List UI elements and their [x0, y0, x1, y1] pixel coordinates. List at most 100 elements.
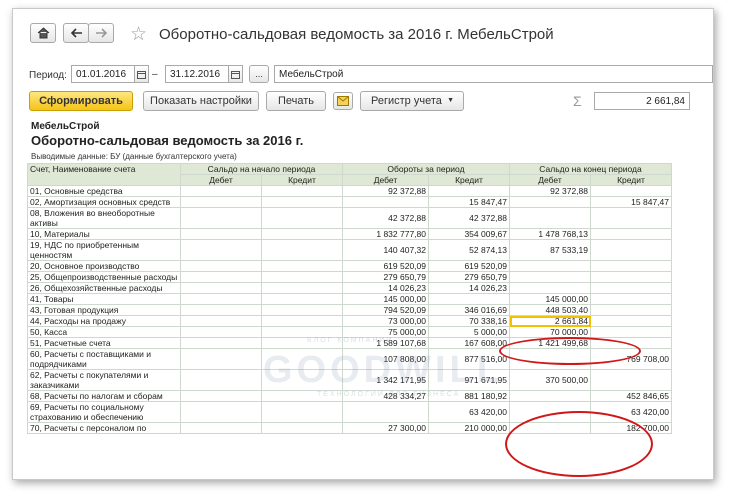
amount-cell[interactable]	[590, 293, 672, 305]
home-button[interactable]	[30, 23, 56, 43]
amount-cell[interactable]: 92 372,88	[342, 185, 429, 197]
amount-cell[interactable]: 14 026,23	[342, 282, 429, 294]
organization-input[interactable]: МебельСтрой	[274, 65, 713, 83]
account-name-cell[interactable]: 60, Расчеты с поставщиками и подрядчикам…	[27, 348, 181, 370]
star-icon[interactable]: ☆	[130, 23, 147, 46]
amount-cell[interactable]	[261, 422, 343, 434]
amount-cell[interactable]: 279 650,79	[428, 271, 510, 283]
amount-cell[interactable]	[509, 282, 591, 294]
amount-cell[interactable]	[590, 239, 672, 261]
amount-cell[interactable]: 279 650,79	[342, 271, 429, 283]
amount-cell[interactable]: 370 500,00	[509, 369, 591, 391]
account-name-cell[interactable]: 43, Готовая продукция	[27, 304, 181, 316]
account-name-cell[interactable]: 62, Расчеты с покупателями и заказчиками	[27, 369, 181, 391]
amount-cell[interactable]: 145 000,00	[509, 293, 591, 305]
account-name-cell[interactable]: 50, Касса	[27, 326, 181, 338]
amount-cell[interactable]	[180, 348, 262, 370]
amount-cell[interactable]	[180, 228, 262, 240]
amount-cell[interactable]	[180, 185, 262, 197]
amount-cell[interactable]	[342, 401, 429, 423]
amount-cell[interactable]	[261, 326, 343, 338]
amount-cell[interactable]: 210 000,00	[428, 422, 510, 434]
table-row[interactable]: 01, Основные средства 92 372,88 92 372,88	[27, 185, 672, 197]
account-name-cell[interactable]: 44, Расходы на продажу	[27, 315, 181, 327]
table-row[interactable]: 43, Готовая продукция 794 520,09 346 016,6…	[27, 304, 672, 316]
amount-cell[interactable]: 1 478 768,13	[509, 228, 591, 240]
account-name-cell[interactable]: 26, Общехозяйственные расходы	[27, 282, 181, 294]
table-row[interactable]: 10, Материалы 1 832 777,80 354 009,67 1 478…	[27, 228, 672, 240]
account-name-cell[interactable]: 10, Материалы	[27, 228, 181, 240]
table-row[interactable]: 19, НДС по приобретенным ценностям 140 40…	[27, 239, 672, 261]
show-settings-button[interactable]: Показать настройки	[143, 91, 259, 111]
amount-cell[interactable]: 145 000,00	[342, 293, 429, 305]
amount-cell[interactable]: 619 520,09	[428, 260, 510, 272]
amount-cell[interactable]	[509, 207, 591, 229]
amount-cell[interactable]	[261, 185, 343, 197]
amount-cell[interactable]: 2 661,84	[509, 315, 591, 327]
amount-cell[interactable]	[180, 315, 262, 327]
amount-cell[interactable]: 448 503,40	[509, 304, 591, 316]
print-button[interactable]: Печать	[266, 91, 326, 111]
sum-field[interactable]: 2 661,84	[594, 92, 690, 110]
amount-cell[interactable]	[180, 422, 262, 434]
calendar-to-button[interactable]	[228, 65, 243, 83]
amount-cell[interactable]	[261, 293, 343, 305]
amount-cell[interactable]	[180, 271, 262, 283]
amount-cell[interactable]: 42 372,88	[428, 207, 510, 229]
amount-cell[interactable]: 1 832 777,80	[342, 228, 429, 240]
amount-cell[interactable]	[180, 326, 262, 338]
amount-cell[interactable]	[261, 239, 343, 261]
amount-cell[interactable]	[342, 196, 429, 208]
amount-cell[interactable]	[180, 207, 262, 229]
amount-cell[interactable]: 452 846,65	[590, 390, 672, 402]
table-row[interactable]: 41, Товары 145 000,00 145 000,00	[27, 293, 672, 305]
amount-cell[interactable]	[261, 315, 343, 327]
amount-cell[interactable]	[590, 304, 672, 316]
amount-cell[interactable]	[590, 315, 672, 327]
amount-cell[interactable]	[261, 282, 343, 294]
period-select-button[interactable]: ...	[249, 65, 269, 83]
amount-cell[interactable]: 619 520,09	[342, 260, 429, 272]
amount-cell[interactable]	[509, 196, 591, 208]
amount-cell[interactable]	[261, 271, 343, 283]
amount-cell[interactable]: 75 000,00	[342, 326, 429, 338]
amount-cell[interactable]	[590, 369, 672, 391]
account-name-cell[interactable]: 68, Расчеты по налогам и сборам	[27, 390, 181, 402]
table-row[interactable]: 25, Общепроизводственные расходы 279 650,…	[27, 271, 672, 283]
amount-cell[interactable]	[180, 293, 262, 305]
account-name-cell[interactable]: 01, Основные средства	[27, 185, 181, 197]
table-row[interactable]: 08, Вложения во внеоборотные активы 42 37…	[27, 207, 672, 229]
account-name-cell[interactable]: 08, Вложения во внеоборотные активы	[27, 207, 181, 229]
amount-cell[interactable]: 354 009,67	[428, 228, 510, 240]
table-row[interactable]: 50, Касса 75 000,00 5 000,00 70 000,00	[27, 326, 672, 338]
amount-cell[interactable]	[180, 239, 262, 261]
register-dropdown[interactable]: Регистр учета ▼	[360, 91, 464, 111]
amount-cell[interactable]	[180, 369, 262, 391]
account-name-cell[interactable]: 69, Расчеты по социальному страхованию и…	[27, 401, 181, 423]
amount-cell[interactable]: 15 847,47	[590, 196, 672, 208]
amount-cell[interactable]	[428, 293, 510, 305]
amount-cell[interactable]	[428, 185, 510, 197]
amount-cell[interactable]: 15 847,47	[428, 196, 510, 208]
account-name-cell[interactable]: 02, Амортизация основных средств	[27, 196, 181, 208]
amount-cell[interactable]	[261, 228, 343, 240]
table-row[interactable]: 44, Расходы на продажу 73 000,00 70 338,16…	[27, 315, 672, 327]
amount-cell[interactable]: 87 533,19	[509, 239, 591, 261]
table-row[interactable]: 20, Основное производство 619 520,09 619 5…	[27, 260, 672, 272]
table-row[interactable]: 02, Амортизация основных средств 15 847,4…	[27, 196, 672, 208]
amount-cell[interactable]	[590, 282, 672, 294]
amount-cell[interactable]	[509, 271, 591, 283]
forward-button[interactable]	[88, 23, 114, 43]
amount-cell[interactable]	[590, 260, 672, 272]
amount-cell[interactable]: 70 000,00	[509, 326, 591, 338]
amount-cell[interactable]: 140 407,32	[342, 239, 429, 261]
account-name-cell[interactable]: 19, НДС по приобретенным ценностям	[27, 239, 181, 261]
amount-cell[interactable]: 70 338,16	[428, 315, 510, 327]
amount-cell[interactable]	[590, 326, 672, 338]
calendar-from-button[interactable]	[134, 65, 149, 83]
amount-cell[interactable]	[590, 185, 672, 197]
amount-cell[interactable]	[590, 207, 672, 229]
amount-cell[interactable]	[180, 337, 262, 349]
amount-cell[interactable]: 346 016,69	[428, 304, 510, 316]
amount-cell[interactable]: 14 026,23	[428, 282, 510, 294]
